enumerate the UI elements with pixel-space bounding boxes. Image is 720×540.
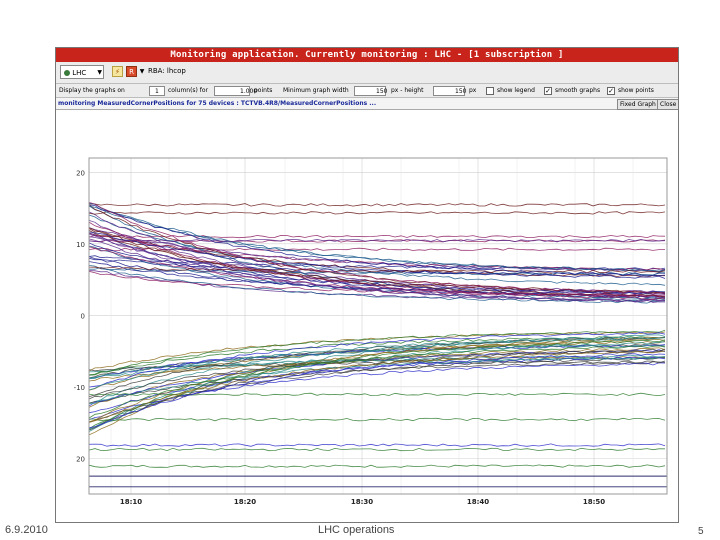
y-tick-label: 20 [76,169,85,177]
y-tick-label: 10 [76,241,85,249]
status-icon [64,70,70,76]
px-label: px [469,87,477,94]
accelerator-select-value: LHC [72,69,87,77]
monitoring-window: Monitoring application. Currently monito… [55,47,679,523]
rbac-dropdown-icon[interactable]: ▼ [138,66,146,77]
height-value: 150 [455,88,467,95]
min-width-label: Minimum graph width [283,87,349,94]
x-tick-label: 18:10 [120,498,142,506]
height-spinner[interactable]: 150 [433,86,467,96]
columns-label: column(s) for [168,87,209,94]
show-legend-checkbox[interactable] [486,87,494,95]
slide-page-number: 5 [698,526,704,537]
rbac-icon[interactable]: R [126,66,137,77]
columns-spinner[interactable]: 1 [149,86,165,96]
lightning-icon[interactable]: ⚡ [112,66,123,77]
columns-value: 1 [155,88,159,95]
show-legend-label: show legend [497,87,535,94]
chevron-down-icon: ▼ [97,69,102,76]
subscription-description: monitoring MeasuredCornerPositions for 7… [58,100,377,107]
slide-date: 6.9.2010 [5,524,48,536]
main-toolbar: LHC ▼ ⚡ R ▼ RBA: lhcop [56,62,678,84]
points-spinner[interactable]: 1.000 [214,86,257,96]
graph-options-bar: Display the graphs on 1 column(s) for 1.… [56,84,678,98]
show-points-checkbox[interactable]: ✓ [607,87,615,95]
points-label: points [254,87,273,94]
close-button[interactable]: Close [657,99,678,110]
min-width-value: 150 [376,88,388,95]
x-tick-label: 18:50 [583,498,605,506]
y-tick-label: -10 [74,384,85,392]
x-tick-label: 18:40 [467,498,489,506]
x-tick-label: 18:20 [234,498,256,506]
fixed-graph-button[interactable]: Fixed Graph [617,99,659,110]
position-chart: 20 10 0 -10 20 18:10 18:20 18:30 18:40 18:50 [56,110,678,522]
slide-footer: LHC operations [318,524,395,536]
show-points-label: show points [618,87,654,94]
rbac-label: RBA: lhcop [148,67,186,75]
x-tick-label: 18:30 [351,498,373,506]
accelerator-select[interactable]: LHC ▼ [60,65,104,79]
display-label: Display the graphs on [59,87,125,94]
y-tick-label: 0 [81,312,85,320]
y-tick-label: 20 [76,455,85,463]
smooth-graphs-label: smooth graphs [555,87,601,94]
window-title: Monitoring application. Currently monito… [56,48,678,62]
smooth-graphs-checkbox[interactable]: ✓ [544,87,552,95]
height-label: px - height [391,87,424,94]
subscription-bar: monitoring MeasuredCornerPositions for 7… [56,98,678,110]
min-width-spinner[interactable]: 150 [354,86,388,96]
